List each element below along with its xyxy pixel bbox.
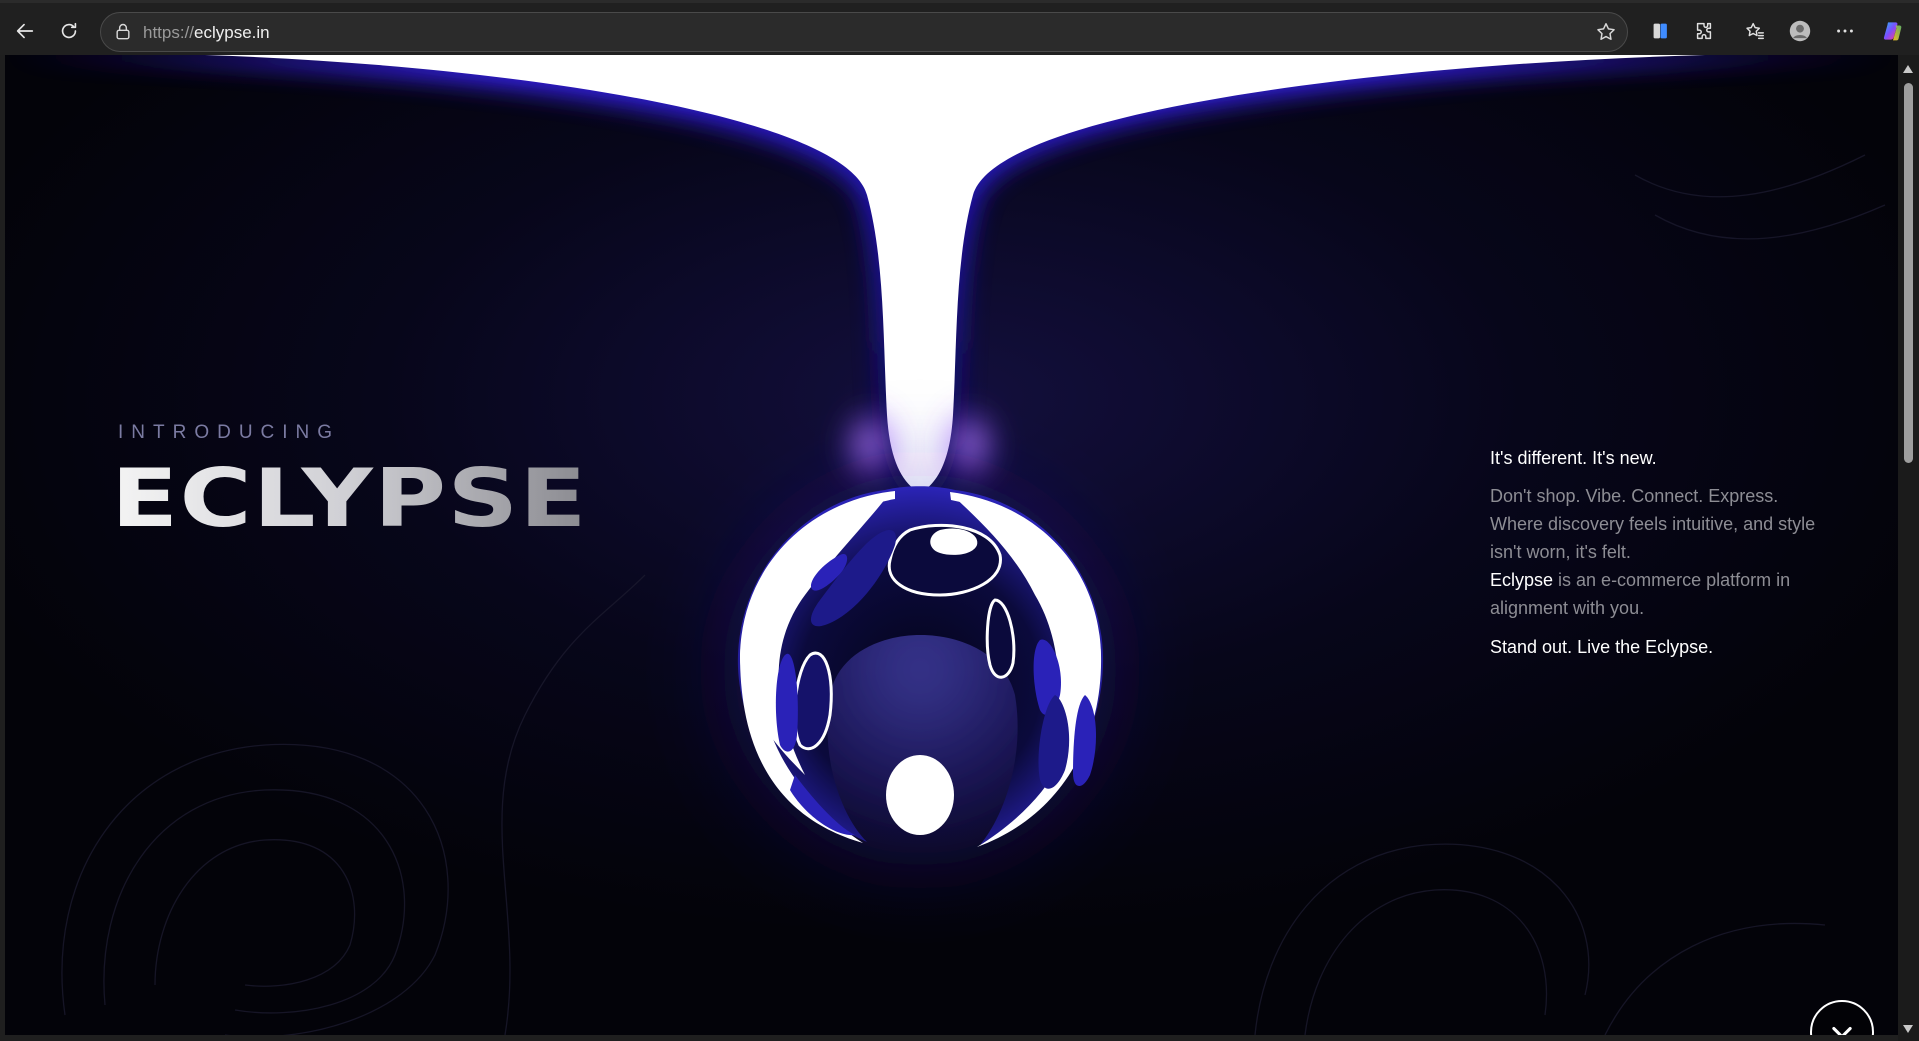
page-viewport: INTRODUCING ECLYPSE It's different. It's… [5, 55, 1898, 1035]
split-screen-button[interactable] [1641, 12, 1679, 50]
more-button[interactable] [1826, 12, 1864, 50]
profile-button[interactable] [1781, 12, 1819, 50]
url-text[interactable]: https://eclypse.in [143, 23, 270, 43]
extensions-icon [1696, 22, 1712, 40]
tagline-footer: Stand out. Live the Eclypse. [1490, 637, 1714, 657]
favorites-icon [1746, 22, 1764, 40]
url-scheme: https:// [143, 23, 195, 42]
window-bottom-edge [0, 1035, 1898, 1041]
reload-button[interactable] [50, 12, 88, 50]
copilot-icon [1883, 22, 1902, 41]
back-button[interactable] [6, 12, 44, 50]
lock-icon[interactable] [113, 22, 133, 42]
favorites-button[interactable] [1736, 12, 1774, 50]
url-host: eclypse.in [194, 23, 270, 42]
scroll-down-arrow-icon[interactable] [1903, 1025, 1913, 1033]
chevron-down-icon [1832, 1026, 1852, 1035]
tagline-body-line-1: Don't shop. Vibe. Connect. Express. Wher… [1490, 486, 1816, 562]
address-bar[interactable]: https://eclypse.in [100, 12, 1628, 52]
page-scrollbar[interactable] [1898, 55, 1919, 1041]
brand-title: ECLYPSE [111, 452, 588, 545]
scroll-up-arrow-icon[interactable] [1903, 65, 1913, 73]
more-icon [1837, 29, 1853, 33]
tagline-brand: Eclypse [1490, 570, 1554, 590]
tagline-block: It's different. It's new. Don't shop. Vi… [1490, 448, 1820, 658]
back-arrow-icon [16, 23, 34, 39]
browser-toolbar: https://eclypse.in [0, 0, 1919, 55]
copilot-button[interactable] [1874, 12, 1912, 50]
split-screen-icon [1653, 23, 1667, 39]
reload-icon [61, 22, 77, 39]
intro-label: INTRODUCING [118, 422, 341, 443]
tagline-heading: It's different. It's new. [1490, 448, 1657, 468]
extensions-button[interactable] [1685, 12, 1723, 50]
tagline-body: Don't shop. Vibe. Connect. Express. Wher… [1490, 482, 1820, 622]
scrollbar-thumb[interactable] [1904, 83, 1913, 463]
star-icon[interactable] [1595, 21, 1617, 43]
profile-icon [1789, 20, 1811, 42]
